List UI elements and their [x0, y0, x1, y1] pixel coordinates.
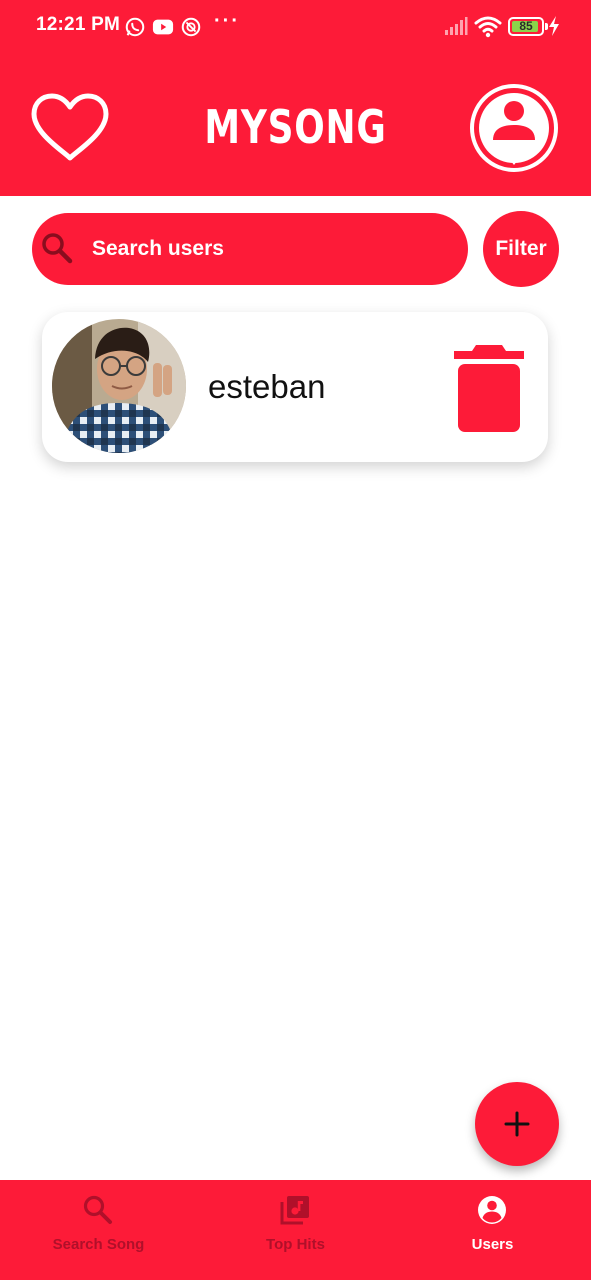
- user-avatar: [52, 319, 186, 453]
- charging-icon: [549, 16, 559, 36]
- battery-icon: 85: [508, 17, 548, 36]
- status-time: 12:21 PM: [36, 14, 120, 35]
- wifi-icon: [474, 16, 502, 38]
- search-bar[interactable]: [32, 213, 468, 285]
- nav-item-top-hits[interactable]: Top Hits: [197, 1180, 394, 1280]
- nav-label-top-hits: Top Hits: [266, 1236, 325, 1253]
- nav-item-users[interactable]: Users: [394, 1180, 591, 1280]
- notification-app-icon: [181, 17, 201, 37]
- youtube-icon: [152, 19, 174, 35]
- filter-button[interactable]: Filter: [483, 211, 559, 287]
- app-title: MYSONG: [204, 100, 387, 154]
- more-dots-icon: ···: [214, 10, 240, 32]
- app-header: 12:21 PM ··· 85 MYSONG: [0, 0, 591, 196]
- add-user-button[interactable]: [475, 1082, 559, 1166]
- nav-label-users: Users: [471, 1236, 514, 1253]
- signal-icon: [445, 17, 468, 35]
- account-icon: [478, 1196, 506, 1224]
- nav-item-search-song[interactable]: Search Song: [0, 1180, 197, 1280]
- search-users-input[interactable]: [92, 229, 452, 269]
- user-profile-icon[interactable]: [469, 83, 559, 173]
- whatsapp-icon: [125, 17, 145, 37]
- search-icon: [42, 233, 73, 264]
- nav-label-search-song: Search Song: [52, 1236, 145, 1253]
- trash-icon[interactable]: [452, 342, 526, 434]
- status-bar: 12:21 PM ··· 85: [0, 0, 591, 56]
- music-library-icon: [280, 1196, 309, 1225]
- battery-level: 85: [519, 19, 533, 33]
- user-photo: [52, 319, 186, 453]
- user-list-item[interactable]: esteban: [42, 312, 548, 462]
- plus-icon: [504, 1111, 530, 1137]
- search-icon: [83, 1195, 112, 1224]
- user-name: esteban: [208, 368, 326, 405]
- bottom-navigation: Search Song Top Hits Users: [0, 1180, 591, 1280]
